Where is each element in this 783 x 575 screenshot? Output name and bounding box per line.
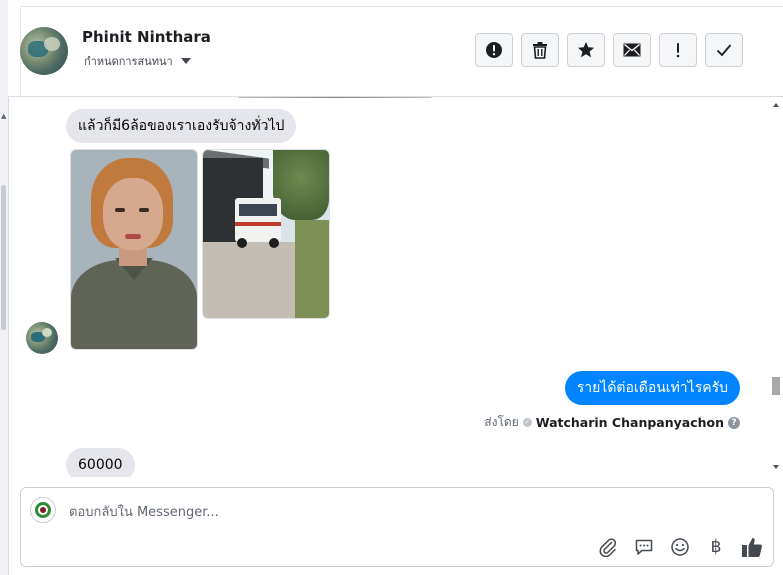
inbox-conversation-window: ▲ Phinit Ninthara กำหนดการสนทนา แล้วก็มี… — [0, 0, 783, 575]
avatar-photo-detail — [42, 328, 52, 337]
payment-button[interactable]: ฿ — [705, 536, 727, 558]
mark-done-button[interactable] — [705, 33, 743, 67]
previous-attachment-edge — [238, 97, 432, 98]
photo-content — [115, 208, 125, 212]
left-scroll-thumb[interactable] — [1, 185, 6, 330]
incoming-message[interactable]: แล้วก็มี6ล้อของเราเองรับจ้างทั่วไป — [66, 109, 297, 143]
trash-icon — [533, 42, 547, 59]
sent-by-name[interactable]: Watcharin Chanpanyachon — [536, 415, 724, 430]
page-logo — [40, 507, 46, 513]
assign-conversation-dropdown[interactable]: กำหนดการสนทนา — [84, 52, 191, 70]
scroll-up-icon[interactable] — [773, 103, 779, 107]
paperclip-icon — [599, 538, 617, 557]
follow-up-button[interactable] — [659, 33, 697, 67]
page-avatar — [30, 497, 56, 523]
contact-avatar[interactable] — [20, 27, 68, 75]
thread-scrollbar[interactable] — [771, 97, 783, 477]
mark-unread-button[interactable] — [613, 33, 651, 67]
chevron-down-icon — [180, 58, 191, 64]
exclamation-circle-icon — [486, 42, 502, 58]
sender-avatar[interactable] — [26, 322, 58, 354]
photo-content — [273, 150, 329, 220]
star-icon — [578, 42, 594, 58]
emoji-icon — [671, 538, 689, 556]
saved-replies-button[interactable] — [633, 536, 655, 558]
sent-by-line: ส่งโดย ✓ Watcharin Chanpanyachon ? — [484, 413, 740, 432]
conversation-header: Phinit Ninthara กำหนดการสนทนา — [8, 0, 783, 97]
star-button[interactable] — [567, 33, 605, 67]
photo-content — [295, 220, 329, 318]
reply-input[interactable] — [69, 502, 669, 522]
scroll-up-arrow-icon[interactable]: ▲ — [1, 112, 6, 120]
sent-by-label: ส่งโดย — [484, 415, 519, 429]
photo-content — [235, 222, 281, 226]
like-icon — [742, 538, 762, 557]
photo-content — [139, 208, 149, 212]
scroll-down-icon[interactable] — [773, 465, 779, 469]
photo-content — [239, 204, 277, 216]
thread-scroll-thumb[interactable] — [772, 377, 780, 395]
attach-file-button[interactable] — [597, 536, 619, 558]
saved-reply-icon — [635, 539, 653, 555]
mark-spam-button[interactable] — [475, 33, 513, 67]
outgoing-message[interactable]: รายได้ต่อเดือนเท่าไรครับ — [564, 371, 740, 405]
exclamation-icon — [676, 43, 680, 58]
reply-composer: ฿ — [20, 487, 774, 567]
photo-content — [269, 238, 279, 248]
message-thread[interactable]: แล้วก็มี6ล้อของเราเองรับจ้างทั่วไป รายได… — [8, 97, 771, 477]
verified-check-icon: ✓ — [522, 418, 532, 427]
help-icon[interactable]: ? — [728, 416, 740, 429]
checkmark-icon — [716, 44, 732, 57]
envelope-icon — [623, 43, 641, 57]
conversation-toolbar — [475, 33, 743, 67]
composer-actions: ฿ — [597, 536, 763, 558]
header-divider — [20, 6, 783, 7]
avatar-photo-detail — [44, 37, 60, 51]
photo-attachment[interactable] — [202, 149, 330, 319]
delete-button[interactable] — [521, 33, 559, 67]
contact-name[interactable]: Phinit Ninthara — [82, 28, 211, 46]
emoji-button[interactable] — [669, 536, 691, 558]
photo-content — [237, 238, 247, 248]
baht-icon: ฿ — [710, 537, 722, 557]
assign-conversation-label: กำหนดการสนทนา — [84, 55, 173, 68]
photo-content — [125, 234, 141, 239]
photo-content — [103, 178, 163, 250]
send-like-button[interactable] — [741, 536, 763, 558]
photo-attachment[interactable] — [70, 149, 198, 350]
incoming-message[interactable]: 60000 — [66, 448, 135, 477]
